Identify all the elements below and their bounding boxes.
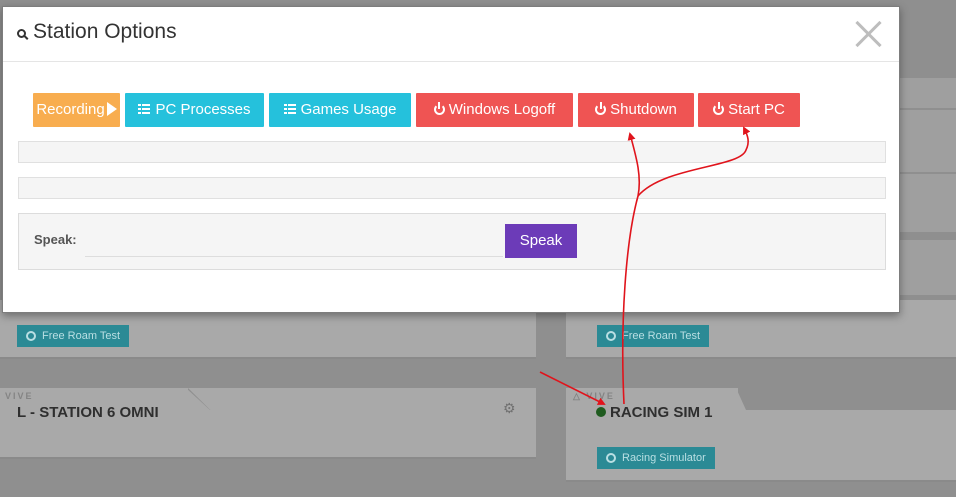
brand-label: VIVE xyxy=(5,391,34,401)
power-icon xyxy=(433,102,445,115)
station-tag: Free Roam Test xyxy=(17,325,130,347)
games-usage-button[interactable]: Games Usage xyxy=(269,93,411,127)
list-icon xyxy=(283,104,296,114)
station-title: RACING SIM 1 xyxy=(596,404,713,421)
speak-input[interactable] xyxy=(85,227,503,257)
brand-label: △ VIVE xyxy=(573,391,615,401)
list-icon xyxy=(138,104,151,114)
speak-panel: Speak: Speak xyxy=(18,213,886,270)
station-tag: Racing Simulator xyxy=(597,447,715,469)
tag-label: Free Roam Test xyxy=(42,330,121,342)
shutdown-button[interactable]: Shutdown xyxy=(578,93,694,127)
circle-icon xyxy=(606,331,616,341)
close-icon[interactable] xyxy=(853,19,883,49)
station-options-modal: Station Options Recording PC Processes G… xyxy=(2,6,900,313)
windows-logoff-button[interactable]: Windows Logoff xyxy=(416,93,573,127)
speak-label: Speak: xyxy=(34,232,77,247)
recording-button[interactable]: Recording xyxy=(33,93,120,127)
speak-button[interactable]: Speak xyxy=(505,224,577,258)
search-icon xyxy=(17,29,26,38)
info-bar xyxy=(18,177,886,199)
station-title: L - STATION 6 OMNI xyxy=(17,404,159,421)
power-icon xyxy=(595,102,607,115)
tag-label: Racing Simulator xyxy=(622,452,706,464)
modal-title: Station Options xyxy=(17,20,177,44)
modal-header: Station Options xyxy=(3,7,899,62)
circle-icon xyxy=(606,453,616,463)
online-dot-icon xyxy=(596,407,606,417)
start-pc-button[interactable]: Start PC xyxy=(698,93,800,127)
pc-processes-button[interactable]: PC Processes xyxy=(125,93,264,127)
gear-icon[interactable]: ⚙ xyxy=(503,400,516,417)
tag-label: Free Roam Test xyxy=(622,330,701,342)
power-icon xyxy=(713,102,725,115)
play-icon xyxy=(106,102,117,116)
info-bar xyxy=(18,141,886,163)
station-tag: Free Roam Test xyxy=(597,325,710,347)
circle-icon xyxy=(26,331,36,341)
